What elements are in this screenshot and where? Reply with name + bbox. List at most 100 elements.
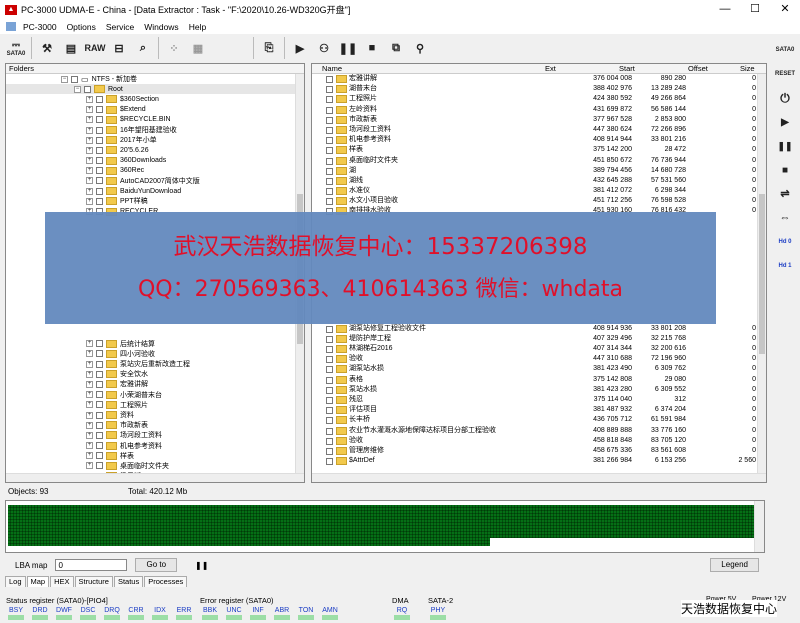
tree-node-folder[interactable]: +360Downloads [6, 156, 304, 166]
column-size[interactable]: Size [740, 64, 755, 74]
tree-node-folder[interactable]: + AutoCAD2007简体中文版 [6, 176, 304, 186]
file-row[interactable]: 堤防护岸工程 407 329 496 32 215 768 0 [312, 334, 766, 344]
play-button[interactable]: ▶ [288, 37, 312, 59]
map-scrollbar[interactable] [754, 501, 764, 552]
tree-checkbox[interactable] [96, 95, 103, 103]
file-checkbox[interactable] [326, 437, 333, 445]
file-row[interactable]: 工程照片 424 380 592 49 266 864 0 [312, 94, 766, 104]
file-checkbox[interactable] [326, 447, 333, 455]
expand-icon[interactable]: + [86, 370, 93, 378]
app-menu-icon[interactable] [6, 22, 16, 31]
file-row[interactable]: 长丰桥 436 705 712 61 591 984 0 [312, 415, 766, 425]
tree-checkbox[interactable] [96, 360, 103, 368]
file-checkbox[interactable] [326, 177, 333, 185]
file-row[interactable]: 农业节水灌溉水源地保障达标项目分部工程验收 408 889 888 33 776 1… [312, 426, 766, 436]
file-checkbox[interactable] [326, 198, 333, 206]
close-icon[interactable]: ✕ [770, 0, 800, 19]
expand-icon[interactable]: + [86, 431, 93, 439]
expand-icon[interactable]: + [86, 442, 93, 450]
tree-checkbox[interactable] [96, 116, 103, 124]
file-row[interactable]: 验收 458 818 848 83 705 120 0 [312, 436, 766, 446]
menu-pc3000[interactable]: PC-3000 [18, 22, 62, 32]
scroll-thumb[interactable] [759, 194, 765, 354]
expand-icon[interactable]: + [86, 340, 93, 348]
expand-icon[interactable]: + [86, 106, 93, 114]
maximize-icon[interactable]: ☐ [740, 0, 770, 19]
tree-node-folder[interactable]: + 小荣湖普末台 [6, 390, 304, 400]
tab-structure[interactable]: Structure [74, 576, 113, 587]
tools-button[interactable]: ⚒ [35, 37, 59, 59]
file-row[interactable]: 湖泵站水损 381 423 490 6 309 762 0 [312, 364, 766, 374]
tab-hex[interactable]: HEX [50, 576, 74, 587]
column-offset[interactable]: Offset [688, 64, 708, 74]
file-row[interactable]: 评估项目 381 487 932 6 374 204 0 [312, 405, 766, 415]
reset-button[interactable]: RESET [773, 64, 797, 84]
tree-checkbox[interactable] [96, 340, 103, 348]
file-checkbox[interactable] [326, 76, 333, 83]
file-checkbox[interactable] [326, 126, 333, 134]
tree-node-folder[interactable]: + 样表 [6, 451, 304, 461]
expand-icon[interactable]: + [86, 360, 93, 368]
export-button[interactable]: ⎘ [257, 37, 281, 59]
file-row[interactable]: 表格 375 142 808 29 080 0 [312, 375, 766, 385]
tree-node-drive[interactable]: − ▭ NTFS - 新加卷 [6, 74, 304, 84]
file-checkbox[interactable] [326, 366, 333, 374]
folders-horizontal-scrollbar[interactable] [6, 473, 304, 482]
tree-checkbox[interactable] [96, 431, 103, 439]
file-row[interactable]: 湖泵站修复工程验收文件 408 914 936 33 801 208 0 [312, 324, 766, 334]
expand-icon[interactable]: + [86, 411, 93, 419]
tree-node-folder[interactable]: + 场河段工资料 [6, 430, 304, 440]
tree-node-folder[interactable]: + 桌面临时文件夹 [6, 461, 304, 471]
tree-checkbox[interactable] [96, 197, 103, 205]
menu-windows[interactable]: Windows [139, 22, 183, 32]
menu-help[interactable]: Help [184, 22, 211, 32]
file-checkbox[interactable] [326, 376, 333, 384]
files-horizontal-scrollbar[interactable] [312, 473, 766, 482]
expand-icon[interactable]: + [86, 187, 93, 195]
file-row[interactable]: 湖普末台 388 402 976 13 289 248 0 [312, 84, 766, 94]
tree-checkbox[interactable] [96, 380, 103, 388]
lba-input[interactable] [55, 559, 128, 571]
tree-checkbox[interactable] [96, 136, 103, 144]
expand-icon[interactable]: + [86, 197, 93, 205]
tree-node-folder[interactable]: + $360Section [6, 94, 304, 104]
hd0-button[interactable]: Hd 0 [773, 232, 797, 252]
tree-checkbox[interactable] [96, 187, 103, 195]
file-checkbox[interactable] [326, 386, 333, 394]
expand-icon[interactable]: + [86, 421, 93, 429]
expand-icon[interactable]: + [86, 391, 93, 399]
run-button[interactable]: ⚲ [408, 37, 432, 59]
file-row[interactable]: 湖 389 794 456 14 680 728 0 [312, 166, 766, 176]
tree-checkbox[interactable] [96, 462, 103, 470]
hd1-button[interactable]: Hd 1 [773, 256, 797, 276]
tree-button[interactable]: ⚇ [312, 37, 336, 59]
file-checkbox[interactable] [326, 396, 333, 404]
expand-icon[interactable]: + [86, 452, 93, 460]
tree-checkbox[interactable] [96, 177, 103, 185]
stop-button[interactable]: ■ [360, 37, 384, 59]
files-vertical-scrollbar[interactable] [757, 74, 766, 473]
tree-checkbox[interactable] [96, 452, 103, 460]
column-ext[interactable]: Ext [545, 64, 556, 74]
file-row[interactable]: $AttrDef 381 266 984 6 153 256 2 560 [312, 456, 766, 466]
file-row[interactable]: 水文小项目验收 451 712 256 76 598 528 0 [312, 196, 766, 206]
goto-button[interactable]: Go to [135, 558, 178, 572]
tree-checkbox[interactable] [96, 421, 103, 429]
tree-node-folder[interactable]: +20'5.6.26 [6, 145, 304, 155]
partition-button[interactable]: ⊟ [107, 37, 131, 59]
expand-icon[interactable]: + [86, 116, 93, 124]
tree-node-folder[interactable]: + BaiduYunDownload [6, 186, 304, 196]
expand-icon[interactable]: + [86, 177, 93, 185]
tree-node-folder[interactable]: +2017年小单 [6, 135, 304, 145]
tree-node-root[interactable]: − Root [6, 84, 304, 95]
right-sata-button[interactable]: SATA0 [773, 40, 797, 60]
file-row[interactable]: 残忍 375 114 040 312 0 [312, 395, 766, 405]
file-checkbox[interactable] [326, 417, 333, 425]
file-checkbox[interactable] [326, 188, 333, 196]
file-checkbox[interactable] [326, 335, 333, 343]
expand-icon[interactable]: + [86, 146, 93, 154]
file-row[interactable]: 左岭资料 431 699 872 56 586 144 0 [312, 105, 766, 115]
menu-service[interactable]: Service [101, 22, 139, 32]
tree-checkbox[interactable] [96, 157, 103, 165]
right-pause-button[interactable]: ❚❚ [773, 136, 797, 156]
